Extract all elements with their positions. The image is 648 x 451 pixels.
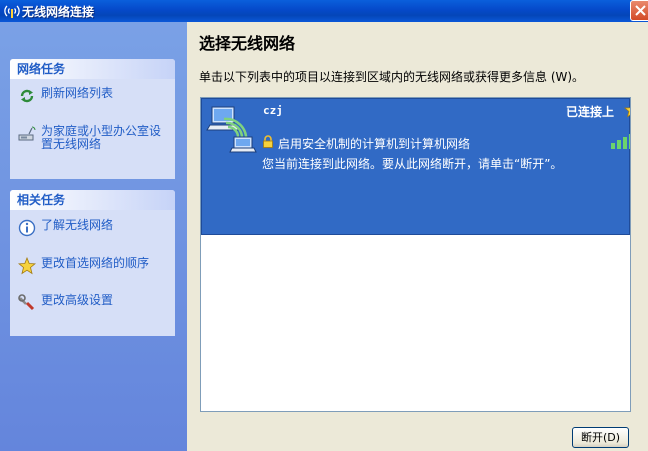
learn-wireless-label: 了解无线网络	[41, 218, 114, 232]
info-icon	[18, 219, 36, 237]
setup-wireless-icon	[18, 126, 36, 141]
sidebar: 网络任务 刷新网络列表 为家庭或小型办公室设置无线网络 相关任务 了解无线网络 …	[0, 22, 187, 451]
network-ssid: czj	[263, 104, 283, 117]
refresh-network-list-label: 刷新网络列表	[41, 86, 114, 100]
lock-icon	[263, 135, 273, 148]
connection-status: 已连接上	[566, 105, 615, 119]
network-tasks-header: 网络任务	[10, 59, 175, 79]
setup-wireless-network-link[interactable]: 为家庭或小型办公室设置无线网络	[18, 125, 171, 151]
wireless-computer-icon	[206, 106, 257, 153]
refresh-icon	[20, 89, 34, 103]
security-description: 启用安全机制的计算机到计算机网络	[278, 137, 471, 151]
preferred-star-icon	[624, 106, 630, 118]
page-title: 选择无线网络	[199, 34, 296, 53]
close-button[interactable]	[630, 0, 648, 21]
change-advanced-settings-link[interactable]: 更改高级设置	[18, 294, 171, 312]
settings-wrench-icon	[18, 294, 35, 311]
network-list[interactable]: czj 已连接上 启用安全机制的计算机到计算机网络 您当前连接到此网络。要从此网…	[200, 97, 631, 412]
main-area: 选择无线网络 单击以下列表中的项目以连接到区域内的无线网络或获得更多信息 (W)…	[187, 22, 648, 451]
network-tasks-panel: 网络任务 刷新网络列表 为家庭或小型办公室设置无线网络	[10, 59, 175, 179]
change-preferred-order-link[interactable]: 更改首选网络的顺序	[18, 257, 171, 275]
title-bar[interactable]: 无线网络连接	[0, 0, 648, 22]
setup-wireless-network-label: 为家庭或小型办公室设置无线网络	[41, 124, 162, 151]
change-preferred-order-label: 更改首选网络的顺序	[41, 256, 150, 270]
close-icon	[635, 5, 646, 16]
wireless-connection-window: 无线网络连接 网络任务 刷新网络列表 为家庭或小型办公室设置无线网络 相关任务 …	[0, 0, 648, 451]
window-title: 无线网络连接	[22, 5, 95, 19]
disconnect-button[interactable]: 断开(D)	[572, 427, 629, 448]
related-tasks-header: 相关任务	[10, 190, 175, 210]
change-advanced-settings-label: 更改高级设置	[41, 293, 114, 307]
refresh-network-list-link[interactable]: 刷新网络列表	[18, 87, 171, 105]
related-tasks-panel: 相关任务 了解无线网络 更改首选网络的顺序 更改高级设置	[10, 190, 175, 336]
network-item-czj[interactable]: czj 已连接上 启用安全机制的计算机到计算机网络 您当前连接到此网络。要从此网…	[201, 98, 630, 235]
learn-wireless-link[interactable]: 了解无线网络	[18, 219, 171, 237]
star-icon	[18, 257, 36, 275]
page-description: 单击以下列表中的项目以连接到区域内的无线网络或获得更多信息 (W)。	[199, 70, 585, 84]
signal-strength-icon	[611, 134, 630, 149]
wireless-antenna-icon	[4, 5, 20, 18]
connection-message: 您当前连接到此网络。要从此网络断开，请单击“断开”。	[262, 157, 563, 171]
